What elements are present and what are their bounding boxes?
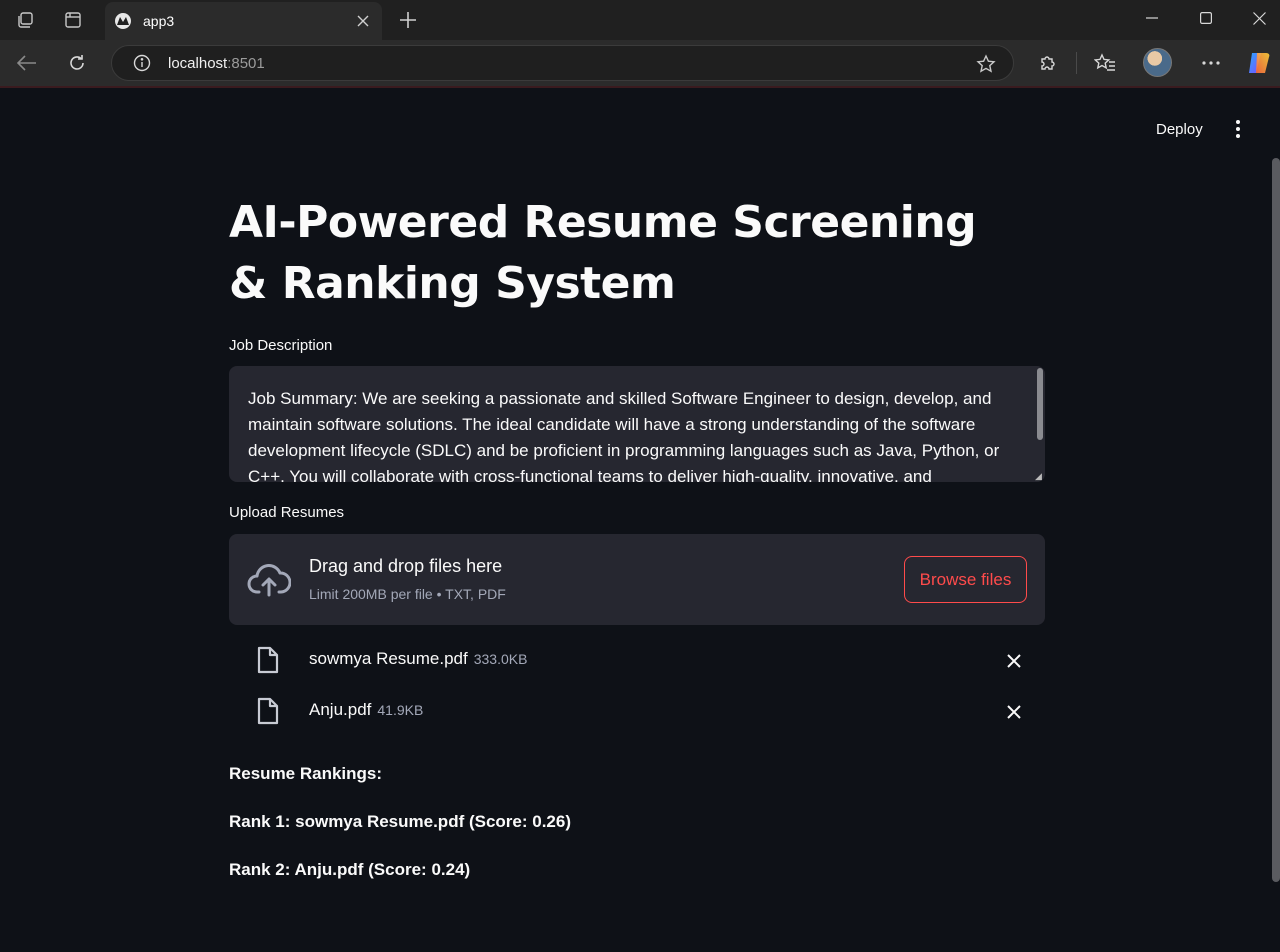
tab-actions-icon[interactable] <box>61 8 85 32</box>
uploaded-file-row: Anju.pdf 41.9KB <box>229 691 1045 731</box>
upload-resumes-label: Upload Resumes <box>229 504 345 521</box>
uploaded-file-name: Anju.pdf 41.9KB <box>309 700 424 719</box>
minimize-icon[interactable] <box>1132 4 1172 32</box>
tab-title: app3 <box>143 13 175 29</box>
toolbar-separator <box>1076 52 1077 74</box>
file-dropzone[interactable]: Drag and drop files here Limit 200MB per… <box>229 534 1045 625</box>
profile-avatar[interactable] <box>1143 48 1172 77</box>
remove-file-icon[interactable] <box>1003 701 1025 723</box>
address-port: :8501 <box>227 54 265 72</box>
resize-grip-icon[interactable]: ◢ <box>1035 472 1043 481</box>
uploaded-file-name: sowmya Resume.pdf 333.0KB <box>309 649 528 668</box>
job-description-text: Job Summary: We are seeking a passionate… <box>248 389 1000 482</box>
browser-toolbar: localhost :8501 <box>0 40 1280 86</box>
page-title: AI-Powered Resume Screening & Ranking Sy… <box>229 197 977 309</box>
tab-strip: app3 <box>0 0 1280 40</box>
puzzle-icon[interactable] <box>1033 49 1063 77</box>
new-tab-icon[interactable] <box>396 8 420 32</box>
app-container: Deploy AI-Powered Resume Screening & Ran… <box>0 86 1280 952</box>
uploaded-file-size: 41.9KB <box>377 702 424 718</box>
tab-close-icon[interactable] <box>352 10 374 32</box>
dropzone-limit: Limit 200MB per file • TXT, PDF <box>309 586 506 602</box>
back-arrow-icon[interactable] <box>12 49 42 77</box>
maximize-icon[interactable] <box>1186 4 1226 32</box>
deploy-button[interactable]: Deploy <box>1148 116 1211 142</box>
favorites-icon[interactable] <box>1090 49 1120 77</box>
browse-files-button[interactable]: Browse files <box>904 556 1027 603</box>
star-icon[interactable] <box>975 53 997 75</box>
main-menu-icon[interactable] <box>1226 116 1250 142</box>
refresh-icon[interactable] <box>62 49 92 77</box>
ranking-item: Rank 2: Anju.pdf (Score: 0.24) <box>229 860 471 879</box>
page-scrollbar[interactable] <box>1272 158 1280 882</box>
info-icon[interactable] <box>132 53 152 73</box>
file-icon <box>256 697 280 725</box>
ranking-item: Rank 1: sowmya Resume.pdf (Score: 0.26) <box>229 812 572 831</box>
textarea-scrollbar[interactable] <box>1037 368 1043 440</box>
job-description-textarea[interactable]: Job Summary: We are seeking a passionate… <box>229 366 1045 482</box>
uploaded-file-row: sowmya Resume.pdf 333.0KB <box>229 640 1045 680</box>
cloud-upload-icon <box>247 562 292 598</box>
uploaded-file-size: 333.0KB <box>473 651 528 667</box>
rankings-heading: Resume Rankings: <box>229 764 383 783</box>
dropzone-title: Drag and drop files here <box>309 556 503 576</box>
copilot-icon[interactable] <box>1246 50 1272 76</box>
address-bar[interactable]: localhost :8501 <box>111 45 1014 81</box>
streamlit-favicon-icon <box>115 13 131 29</box>
active-tab[interactable]: app3 <box>105 2 382 40</box>
address-host: localhost <box>168 54 228 72</box>
more-icon[interactable] <box>1196 49 1226 77</box>
file-icon <box>256 646 280 674</box>
workspaces-icon[interactable] <box>13 8 37 32</box>
window-close-icon[interactable] <box>1239 4 1279 32</box>
job-description-label: Job Description <box>229 337 333 354</box>
remove-file-icon[interactable] <box>1003 650 1025 672</box>
